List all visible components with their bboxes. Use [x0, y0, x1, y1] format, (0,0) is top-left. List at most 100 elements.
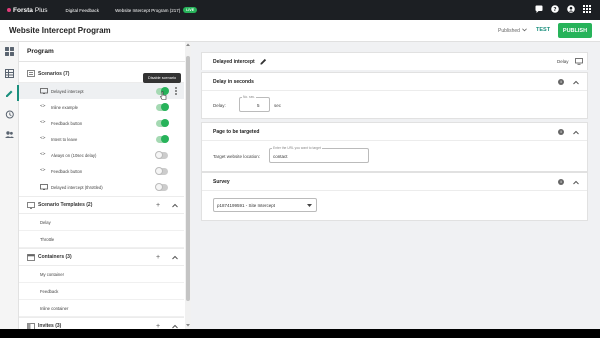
program-panel: Program Scenarios (7) Delayed intercept …	[19, 42, 191, 329]
help-icon[interactable]: ?	[551, 5, 559, 13]
templates-section-header[interactable]: Scenario Templates (2) +	[19, 196, 184, 214]
template-item[interactable]: Delay	[19, 214, 184, 231]
table-icon[interactable]	[5, 69, 14, 78]
container-item[interactable]: Inline container	[19, 300, 184, 317]
info-icon[interactable]: i	[558, 79, 564, 85]
history-icon[interactable]	[5, 110, 14, 119]
delay-card-title: Delay in seconds	[213, 79, 254, 85]
toggle-knob	[155, 183, 163, 191]
code-icon: <>	[40, 104, 46, 109]
scenario-toggle[interactable]	[155, 167, 168, 175]
containers-section-label: Containers (3)	[38, 254, 72, 260]
tooltip: Disable scenario	[143, 73, 182, 83]
survey-card-header[interactable]: Survey i	[202, 173, 587, 191]
brand-logo[interactable]: Forsta Plus	[7, 7, 48, 14]
target-url-value: contact	[273, 154, 288, 159]
scenario-toggle[interactable]	[155, 183, 168, 191]
delay-input-legend: No. sec.	[242, 95, 257, 99]
scenario-label: Feedback button	[51, 168, 83, 174]
publish-button[interactable]: PUBLISH	[558, 23, 592, 38]
chevron-up-icon[interactable]	[172, 203, 178, 208]
scenario-toggle[interactable]	[156, 103, 169, 111]
cursor-hand-icon	[160, 91, 167, 100]
delay-card-header[interactable]: Delay in seconds i	[202, 73, 587, 91]
target-card-title: Page to be targeted	[213, 129, 260, 135]
publish-status: Published	[498, 28, 528, 34]
test-button[interactable]: TEST	[536, 27, 550, 33]
dashboard-icon[interactable]	[5, 47, 14, 56]
scenario-label: Intent to leave	[51, 136, 78, 142]
info-icon[interactable]: i	[558, 179, 564, 185]
toggle-knob	[161, 103, 169, 111]
nav-program[interactable]: Website Intercept Program (217)	[115, 8, 180, 13]
scenario-label: Delayed intercept	[51, 88, 84, 94]
chevron-up-icon[interactable]	[573, 80, 579, 85]
info-icon[interactable]: i	[558, 129, 564, 135]
templates-icon	[27, 201, 35, 209]
scenario-row[interactable]: Delayed intercept (throttled)	[19, 179, 184, 195]
scenarios-section-label: Scenarios (7)	[38, 70, 70, 77]
container-item[interactable]: Feedback	[19, 283, 184, 300]
program-title: Program	[27, 48, 54, 55]
chevron-up-icon[interactable]	[573, 130, 579, 135]
add-template-button[interactable]: +	[156, 202, 160, 209]
scenario-row[interactable]: <> Intent to leave	[19, 131, 184, 147]
chevron-down-icon[interactable]	[522, 28, 528, 32]
scenario-label: Delayed intercept (throttled)	[51, 184, 103, 190]
scenario-row[interactable]: <> Inline example	[19, 99, 184, 115]
scenarios-icon	[27, 70, 35, 77]
survey-select[interactable]: p1874199591 - Site Intercept	[213, 198, 317, 212]
delay-field-label: Delay:	[213, 103, 226, 108]
people-icon[interactable]	[5, 130, 14, 139]
code-icon: <>	[40, 120, 46, 125]
title-bar: Website Intercept Program Published TEST…	[0, 20, 600, 42]
target-page-card: Page to be targeted i Target website loc…	[201, 122, 588, 172]
chevron-up-icon[interactable]	[573, 180, 579, 185]
scenario-label: Feedback button	[51, 120, 83, 126]
delay-input[interactable]: No. sec. 5	[239, 95, 270, 112]
add-container-button[interactable]: +	[156, 254, 160, 261]
brand-name: Forsta	[13, 6, 33, 14]
page-title: Website Intercept Program	[9, 26, 111, 35]
brand-mark-icon	[7, 8, 11, 12]
code-icon: <>	[40, 152, 46, 157]
edit-icon[interactable]	[260, 58, 267, 65]
survey-select-value: p1874199591 - Site Intercept	[217, 203, 276, 208]
target-card-header[interactable]: Page to be targeted i	[202, 123, 587, 141]
invites-section-header[interactable]: Invites (3) +	[19, 317, 184, 329]
toggle-knob	[161, 135, 169, 143]
scroll-down-icon[interactable]	[186, 324, 190, 327]
template-label: Throttle	[40, 237, 55, 242]
scenario-toggle[interactable]	[155, 151, 168, 159]
chevron-up-icon[interactable]	[172, 255, 178, 260]
edit-icon[interactable]	[5, 89, 14, 98]
nav-digital-feedback[interactable]: Digital Feedback	[66, 8, 100, 13]
top-bar: Forsta Plus Digital Feedback Website Int…	[0, 0, 600, 20]
scenario-toggle[interactable]	[156, 135, 169, 143]
scroll-up-icon[interactable]	[186, 43, 190, 46]
scenario-header-card: Delayed intercept Delay	[201, 52, 588, 70]
account-icon[interactable]	[567, 5, 575, 13]
brand-suffix: Plus	[34, 6, 48, 14]
scrollbar-thumb[interactable]	[186, 56, 190, 301]
more-options-icon[interactable]	[175, 87, 177, 95]
container-label: My container	[40, 272, 64, 277]
code-icon: <>	[40, 136, 46, 141]
scenario-row[interactable]: <> Feedback button	[19, 115, 184, 131]
containers-section-header[interactable]: Containers (3) +	[19, 248, 184, 266]
survey-card: Survey i p1874199591 - Site Intercept	[201, 172, 588, 221]
toggle-knob	[155, 151, 163, 159]
detail-panel: Delayed intercept Delay Delay in seconds…	[191, 42, 600, 329]
scenario-label: Inline example	[51, 104, 79, 110]
template-item[interactable]: Throttle	[19, 231, 184, 248]
apps-grid-icon[interactable]	[583, 5, 591, 13]
target-url-legend: Enter the URL you want to target	[272, 146, 322, 150]
monitor-icon	[40, 88, 48, 94]
scenario-row[interactable]: <> Always on (10sec delay)	[19, 147, 184, 163]
chat-icon[interactable]	[535, 5, 543, 13]
container-item[interactable]: My container	[19, 266, 184, 283]
target-url-input[interactable]: Enter the URL you want to target contact	[269, 146, 369, 163]
scenario-toggle[interactable]	[156, 119, 169, 127]
scenario-row[interactable]: <> Feedback button	[19, 163, 184, 179]
divider	[19, 61, 190, 62]
